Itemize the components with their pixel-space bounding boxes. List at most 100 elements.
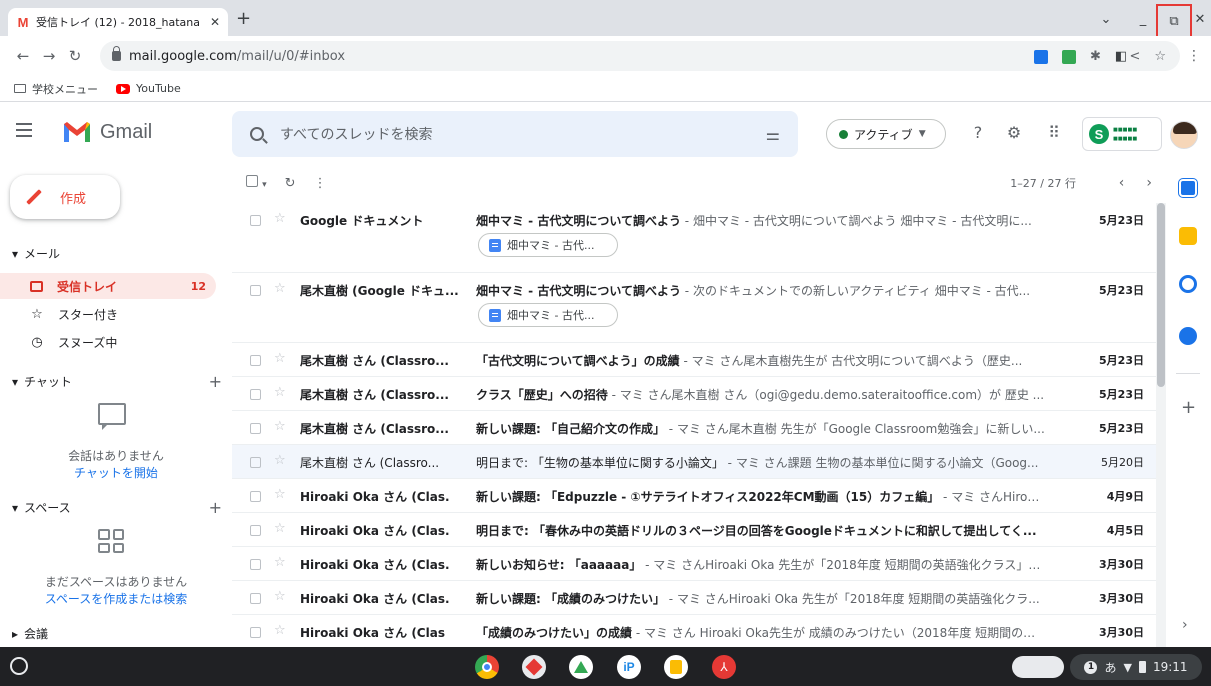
sidebar-item-snoozed[interactable]: ◷ スヌーズ中 xyxy=(0,329,216,355)
star-icon[interactable]: ☆ xyxy=(274,281,286,296)
help-icon[interactable]: ? xyxy=(968,123,988,142)
forward-arrow-icon[interactable]: → xyxy=(38,47,60,65)
keep-icon[interactable] xyxy=(1179,227,1197,245)
row-checkbox[interactable] xyxy=(250,215,261,226)
row-checkbox[interactable] xyxy=(250,627,261,638)
new-tab-button[interactable]: + xyxy=(236,10,251,28)
table-row[interactable]: ☆ Google ドキュメント 畑中マミ - 古代文明について調べよう - 畑中マミ… xyxy=(232,203,1156,273)
bookmark-star-icon[interactable]: ☆ xyxy=(1154,49,1166,64)
star-icon[interactable]: ☆ xyxy=(274,211,286,226)
settings-gear-icon[interactable]: ⚙ xyxy=(1004,123,1024,142)
drive-app-icon[interactable] xyxy=(569,655,593,679)
table-row[interactable]: ☆ Hiroaki Oka さん (Clas. 新しい課題: 「Edpuzzle -… xyxy=(232,479,1156,513)
search-options-icon[interactable]: ⚌ xyxy=(766,125,780,144)
expand-panel-chevron-icon[interactable]: › xyxy=(1182,617,1188,633)
search-bar[interactable]: すべてのスレッドを検索 ⚌ xyxy=(232,111,798,157)
acrobat-app-icon[interactable]: ⅄ xyxy=(712,655,736,679)
main-menu-icon[interactable] xyxy=(16,123,32,137)
row-checkbox[interactable] xyxy=(250,285,261,296)
list-scrollbar[interactable] xyxy=(1156,203,1166,647)
row-checkbox[interactable] xyxy=(250,423,261,434)
next-page-icon[interactable]: › xyxy=(1146,175,1152,191)
app-icon[interactable] xyxy=(522,655,546,679)
row-checkbox[interactable] xyxy=(250,491,261,502)
star-icon[interactable]: ☆ xyxy=(274,419,286,434)
star-icon[interactable]: ☆ xyxy=(274,385,286,400)
restore-window-icon[interactable]: ⧉ xyxy=(1156,4,1192,38)
extension-2-icon[interactable] xyxy=(1062,49,1076,64)
section-meet[interactable]: ▸ 会議 xyxy=(12,625,222,642)
start-chat-link[interactable]: チャットを開始 xyxy=(0,464,232,481)
browser-tab-gmail[interactable]: M 受信トレイ (12) - 2018_hatana ✕ xyxy=(8,8,228,36)
table-row[interactable]: ☆ 尾木直樹 さん (Classro... 「古代文明について調べよう」の成績 - … xyxy=(232,343,1156,377)
prev-page-icon[interactable]: ‹ xyxy=(1119,175,1125,191)
extension-1-icon[interactable] xyxy=(1034,49,1048,64)
sateraito-logo[interactable]: S ■■■■■ ■■■■■ xyxy=(1082,117,1162,151)
row-checkbox[interactable] xyxy=(250,457,261,468)
side-panel-icon[interactable]: ◧ xyxy=(1115,49,1127,64)
star-icon[interactable]: ☆ xyxy=(274,487,286,502)
table-row[interactable]: ☆ 尾木直樹 (Google ドキュ... 畑中マミ - 古代文明について調べよう … xyxy=(232,273,1156,343)
chrome-app-icon[interactable] xyxy=(475,655,499,679)
section-mail[interactable]: ▾ メール xyxy=(12,245,222,262)
scrollbar-thumb[interactable] xyxy=(1157,203,1165,387)
reload-icon[interactable]: ↻ xyxy=(64,47,86,65)
row-checkbox[interactable] xyxy=(250,355,261,366)
add-chat-icon[interactable]: + xyxy=(209,372,222,391)
tab-close-icon[interactable]: ✕ xyxy=(210,15,220,29)
star-icon[interactable]: ☆ xyxy=(274,555,286,570)
section-chat[interactable]: ▾ チャット + xyxy=(12,372,222,391)
table-row[interactable]: ☆ Hiroaki Oka さん (Clas. 明日まで: 「春休み中の英語ドリルの… xyxy=(232,513,1156,547)
table-row[interactable]: ☆ 尾木直樹 さん (Classro... 明日まで: 「生物の基本単位に関する小論… xyxy=(232,445,1156,479)
row-checkbox[interactable] xyxy=(250,559,261,570)
table-row[interactable]: ☆ Hiroaki Oka さん (Clas. 新しいお知らせ: 「aaaaaa」 … xyxy=(232,547,1156,581)
back-arrow-icon[interactable]: ← xyxy=(12,47,34,65)
refresh-icon[interactable]: ↻ xyxy=(285,176,296,191)
bookmark-youtube[interactable]: YouTube xyxy=(116,82,181,95)
launcher-icon[interactable] xyxy=(10,657,28,675)
row-checkbox[interactable] xyxy=(250,389,261,400)
minimize-icon[interactable]: _ xyxy=(1132,6,1154,32)
avatar[interactable] xyxy=(1170,121,1198,149)
star-icon[interactable]: ☆ xyxy=(274,589,286,604)
share-icon[interactable]: < xyxy=(1129,49,1140,64)
attachment-chip[interactable]: 畑中マミ - 古代... xyxy=(478,233,618,257)
add-space-icon[interactable]: + xyxy=(209,498,222,517)
star-icon[interactable]: ☆ xyxy=(274,351,286,366)
table-row[interactable]: ☆ 尾木直樹 さん (Classro... 新しい課題: 「自己紹介文の作成」 - … xyxy=(232,411,1156,445)
bookmark-school-menu[interactable]: 学校メニュー xyxy=(14,81,98,97)
table-row[interactable]: ☆ Hiroaki Oka さん (Clas. 新しい課題: 「成績のみつけたい」 … xyxy=(232,581,1156,615)
search-icon[interactable] xyxy=(250,127,264,141)
star-icon[interactable]: ☆ xyxy=(274,623,286,638)
status-dropdown[interactable]: アクティブ ▼ xyxy=(826,119,946,149)
star-icon[interactable]: ☆ xyxy=(274,521,286,536)
close-window-icon[interactable]: ✕ xyxy=(1189,6,1211,32)
compose-button[interactable]: 作成 xyxy=(10,175,120,219)
sidebar-item-starred[interactable]: ☆ スター付き xyxy=(0,301,216,327)
search-input[interactable]: すべてのスレッドを検索 xyxy=(280,124,750,144)
attachment-chip[interactable]: 畑中マミ - 古代... xyxy=(478,303,618,327)
contacts-icon[interactable] xyxy=(1179,327,1197,345)
star-icon[interactable]: ☆ xyxy=(274,453,286,468)
virtual-keyboard-icon[interactable] xyxy=(1012,656,1064,678)
tab-search-chevron-icon[interactable]: ⌄ xyxy=(1095,6,1117,32)
table-row[interactable]: ☆ Hiroaki Oka さん (Clas 「成績のみつけたい」の成績 - マミ … xyxy=(232,615,1156,647)
tasks-icon[interactable] xyxy=(1179,275,1197,293)
row-checkbox[interactable] xyxy=(250,593,261,604)
address-bar[interactable]: mail.google.com/mail/u/0/#inbox < ☆ xyxy=(100,41,1180,71)
get-addons-plus-icon[interactable]: + xyxy=(1181,397,1196,418)
section-spaces[interactable]: ▾ スペース + xyxy=(12,498,222,517)
browser-menu-icon[interactable]: ⋮ xyxy=(1187,48,1201,64)
select-all-checkbox[interactable]: ▾ xyxy=(246,175,267,191)
calendar-icon[interactable] xyxy=(1179,179,1197,197)
table-row[interactable]: ☆ 尾木直樹 さん (Classro... クラス「歴史」への招待 - マミ さん尾… xyxy=(232,377,1156,411)
row-checkbox[interactable] xyxy=(250,525,261,536)
more-options-icon[interactable]: ⋮ xyxy=(314,176,327,191)
system-tray[interactable]: 1 あ ▼ 19:11 xyxy=(1070,654,1202,680)
keep-app-icon[interactable] xyxy=(664,655,688,679)
gmail-logo-icon[interactable] xyxy=(62,120,92,144)
create-space-link[interactable]: スペースを作成または検索 xyxy=(0,590,232,607)
sidebar-item-inbox[interactable]: 受信トレイ 12 xyxy=(0,273,216,299)
apps-grid-icon[interactable]: ⠿ xyxy=(1044,123,1064,142)
ip-app-icon[interactable]: iP xyxy=(617,655,641,679)
